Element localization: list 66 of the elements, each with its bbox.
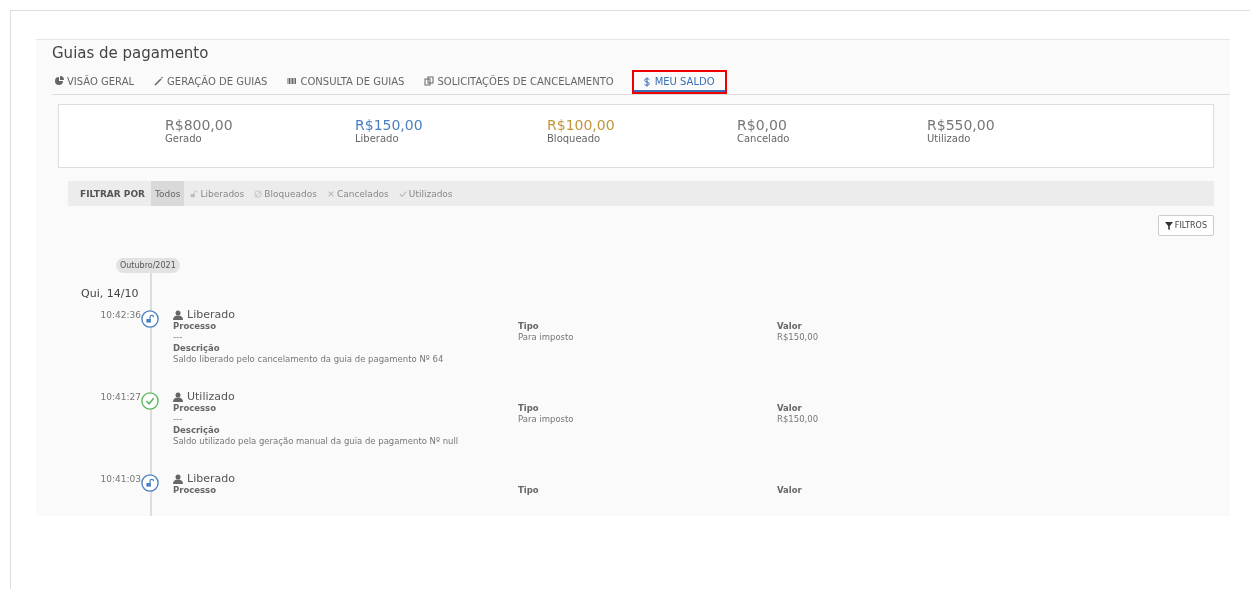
check-icon: [398, 189, 407, 198]
field-value: ---: [173, 332, 184, 343]
tab[interactable]: CONSULTA DE GUIAS: [285, 70, 413, 94]
dollar-icon: [641, 76, 652, 87]
tab[interactable]: GERAÇÃO DE GUIAS: [152, 70, 276, 94]
tab[interactable]: SOLICITAÇÕES DE CANCELAMENTO: [422, 70, 622, 94]
entry-title: Liberado: [187, 308, 235, 321]
amount: R$800,00: [165, 117, 234, 133]
filter-option[interactable]: Todos: [151, 181, 185, 206]
close-icon: [326, 189, 335, 198]
field-value: ---: [173, 414, 184, 425]
entry-time: 10:41:03: [99, 473, 141, 484]
filter-option[interactable]: Bloqueados: [250, 181, 321, 206]
page-title: Guias de pagamento: [52, 44, 210, 62]
filter-label: FILTRAR POR: [79, 188, 147, 199]
tab[interactable]: VISÃO GERAL: [52, 70, 143, 94]
amount: R$100,00: [547, 117, 616, 133]
field-label: Tipo: [518, 485, 540, 496]
field-label: Valor: [777, 321, 803, 332]
tab[interactable]: MEU SALDO: [631, 70, 727, 94]
amount-label: Gerado: [165, 133, 203, 145]
copy-icon: [424, 76, 435, 86]
field-value: Para imposto: [518, 332, 575, 343]
description-text: Saldo liberado pelo cancelamento da guia de pagamento Nº 64: [173, 354, 445, 365]
user-icon: [173, 309, 183, 320]
field-label: Tipo: [518, 321, 540, 332]
field-label: Valor: [777, 485, 802, 496]
amount-label: Utilizado: [927, 133, 972, 145]
entry-title: Utilizado: [187, 390, 235, 403]
filters-button[interactable]: FILTROS: [1157, 215, 1214, 236]
field-label: Tipo: [518, 403, 540, 414]
field-label: Descrição: [173, 425, 221, 436]
amount-label: Bloqueado: [547, 133, 602, 145]
amount: R$0,00: [737, 117, 788, 133]
unlock-icon: [141, 310, 159, 328]
field-value: R$150,00: [777, 414, 819, 425]
field-label: Descrição: [173, 343, 221, 354]
unlock-icon: [190, 189, 199, 198]
entry-time: 10:41:27: [99, 391, 141, 402]
month-badge: Outubro/2021: [116, 258, 180, 273]
description-text: Saldo utilizado pela geração manual da guia de pagamento Nº null: [173, 436, 460, 447]
unlock-icon: [141, 474, 159, 492]
filter-option[interactable]: Cancelados: [322, 181, 393, 206]
user-icon: [173, 391, 183, 402]
user-icon: [173, 473, 183, 484]
barcode-icon: [287, 76, 298, 86]
field-value: R$150,00: [777, 332, 819, 343]
field-label: Processo: [173, 403, 218, 414]
field-value: Para imposto: [518, 414, 575, 425]
amount: R$150,00: [355, 117, 424, 133]
field-label: Valor: [777, 403, 803, 414]
check-icon: [141, 392, 159, 410]
field-label: Processo: [173, 321, 218, 332]
entry-title: Liberado: [187, 472, 235, 485]
filter-option[interactable]: Liberados: [186, 181, 249, 206]
amount-label: Liberado: [355, 133, 400, 145]
day-heading: Qui, 14/10: [81, 287, 140, 300]
amount-label: Cancelado: [737, 133, 791, 145]
amount: R$550,00: [927, 117, 996, 133]
wand-icon: [154, 76, 165, 86]
field-label: Processo: [173, 485, 218, 496]
funnel-icon: [1164, 221, 1173, 230]
ban-icon: [254, 189, 263, 198]
entry-time: 10:42:36: [99, 309, 141, 320]
filter-option[interactable]: Utilizados: [394, 181, 457, 206]
pie-chart-icon: [54, 76, 64, 86]
